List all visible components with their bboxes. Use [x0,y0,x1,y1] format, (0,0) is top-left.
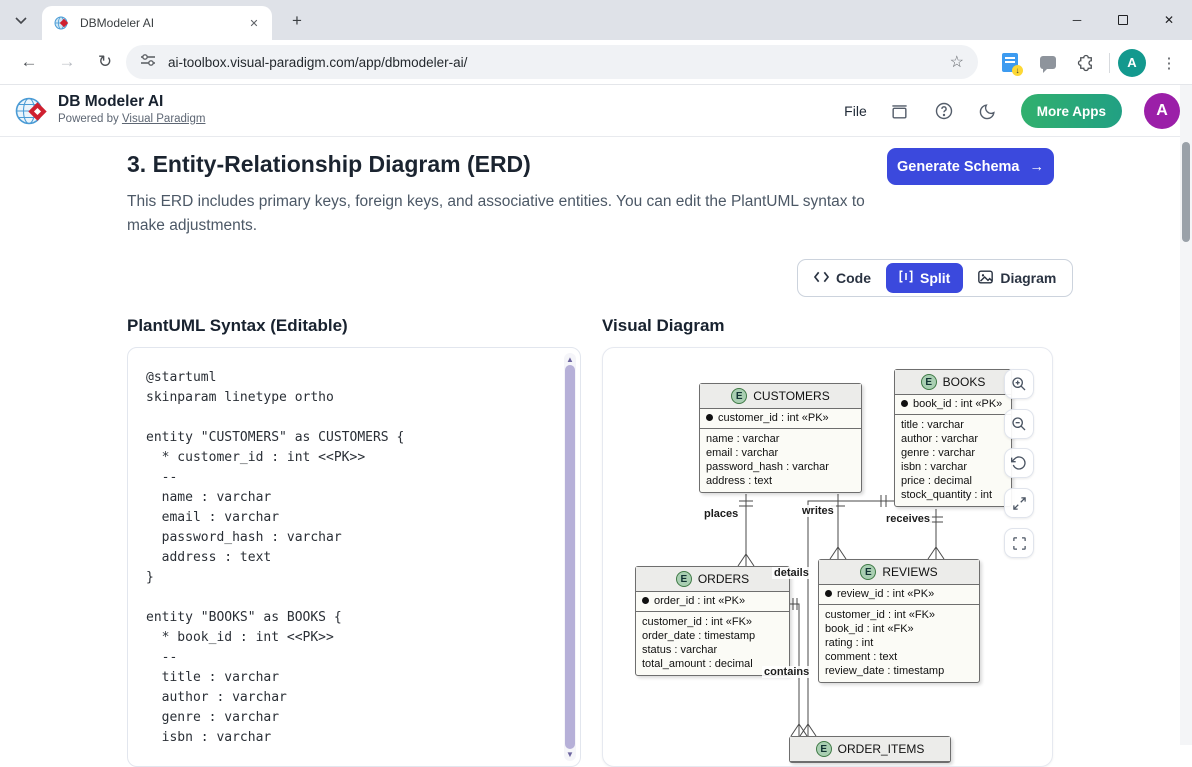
fullscreen-icon[interactable] [1004,528,1034,558]
editor-scrollbar[interactable]: ▲ ▼ [564,353,576,761]
entity-fields: title : varcharauthor : varchargenre : v… [895,415,1011,506]
diagram-image-icon [978,270,993,287]
relationship-label-contains: contains [762,666,811,678]
entity-primary-key: customer_id : int «PK» [700,409,861,429]
more-apps-button[interactable]: More Apps [1021,94,1122,128]
user-avatar[interactable]: A [1144,93,1180,129]
entity-primary-key: order_id : int «PK» [636,592,789,612]
entity-header: E CUSTOMERS [700,384,861,409]
comment-icon[interactable] [1033,48,1063,78]
app-logo [14,93,50,129]
site-info-icon[interactable] [140,52,156,73]
profile-avatar[interactable]: A [1118,49,1146,77]
entity-books[interactable]: E BOOKS book_id : int «PK»title : varchara… [894,369,1012,507]
bookmark-star-icon[interactable]: ☆ [950,52,964,72]
tab-code[interactable]: Code [801,263,884,293]
entity-reviews[interactable]: E REVIEWS review_id : int «PK»customer_id … [818,559,980,683]
generate-schema-button[interactable]: Generate Schema → [887,148,1054,185]
plantuml-editor-panel: @startumlskinparam linetype ortho entity… [127,347,581,767]
browser-tab[interactable]: DBModeler AI ✕ [42,6,272,40]
entity-name: REVIEWS [882,565,937,579]
plantuml-code-editor[interactable]: @startumlskinparam linetype ortho entity… [128,348,560,766]
entity-primary-key: review_id : int «PK» [819,585,979,605]
file-menu[interactable]: File [844,103,867,119]
relationship-label-writes: writes [800,505,836,517]
entity-fields: customer_id : int «FK»book_id : int «FK»… [819,605,979,682]
address-bar[interactable]: ai-toolbox.visual-paradigm.com/app/dbmod… [126,45,978,79]
relationship-label-places: places [702,508,740,520]
app-header: DB Modeler AI Powered by Visual Paradigm… [0,85,1192,137]
entity-header: E ORDERS [636,567,789,592]
toolbar-divider [1109,53,1110,73]
reset-view-icon[interactable] [1004,448,1034,478]
visual-diagram-panel: E CUSTOMERS customer_id : int «PK»name : v… [602,347,1053,767]
new-tab-icon[interactable]: + [284,8,310,34]
relationship-label-receives: receives [884,513,932,525]
section-description: This ERD includes primary keys, foreign … [127,190,872,238]
code-icon [814,270,829,286]
menu-kebab-icon[interactable]: ⋮ [1154,48,1184,78]
relationship-label-details: details [772,567,811,579]
entity-name: ORDER_ITEMS [838,742,925,756]
powered-by: Powered by Visual Paradigm [58,113,205,125]
page-scrollbar-thumb[interactable] [1182,142,1190,242]
forward-icon[interactable]: → [52,47,82,77]
browser-tabstrip: DBModeler AI ✕ + ─ ✕ [0,0,1192,40]
split-icon [899,270,913,286]
entity-stereotype-icon: E [731,388,747,404]
arrow-right-icon: → [1030,159,1045,175]
zoom-out-icon[interactable] [1004,409,1034,439]
url-text[interactable]: ai-toolbox.visual-paradigm.com/app/dbmod… [168,55,950,70]
view-toggle: Code Split Diagram [797,259,1073,297]
entity-customers[interactable]: E CUSTOMERS customer_id : int «PK»name : v… [699,383,862,493]
entity-stereotype-icon: E [816,741,832,757]
entity-orders[interactable]: EORDERSorder_id : int «PK»customer_id : … [635,566,790,676]
favicon [54,15,70,31]
close-icon[interactable]: ✕ [246,15,262,31]
extensions-puzzle-icon[interactable] [1071,48,1101,78]
app-name: DB Modeler AI [58,93,205,111]
maximize-icon[interactable] [1100,0,1146,40]
dark-mode-moon-icon[interactable] [977,100,999,122]
reload-icon[interactable]: ↻ [90,47,120,77]
tab-diagram[interactable]: Diagram [965,263,1069,293]
entity-name: CUSTOMERS [753,389,829,403]
help-icon[interactable] [933,100,955,122]
entity-stereotype-icon: E [921,374,937,390]
entity-fields: name : varcharemail : varcharpassword_ha… [700,429,861,492]
browser-toolbar: ← → ↻ ai-toolbox.visual-paradigm.com/app… [0,40,1192,85]
fit-view-icon[interactable] [1004,488,1034,518]
entity-name: ORDERS [698,572,749,586]
back-icon[interactable]: ← [14,47,44,77]
page-title: 3. Entity-Relationship Diagram (ERD) [127,151,531,178]
entity-name: BOOKS [943,375,986,389]
docs-extension-icon[interactable]: ↓ [995,48,1025,78]
entity-header: E REVIEWS [819,560,979,585]
window-close-icon[interactable]: ✕ [1146,0,1192,40]
entity-stereotype-icon: E [676,571,692,587]
tab-search-chevron-icon[interactable] [8,8,34,34]
editor-heading: PlantUML Syntax (Editable) [127,316,348,336]
entity-stereotype-icon: E [860,564,876,580]
entity-order_items[interactable]: E ORDER_ITEMS [789,736,951,763]
diagram-heading: Visual Diagram [602,316,725,336]
entity-header: E BOOKS [895,370,1011,395]
tab-title: DBModeler AI [80,16,246,30]
zoom-in-icon[interactable] [1004,369,1034,399]
editor-scrollbar-thumb[interactable] [565,365,575,749]
visual-paradigm-link[interactable]: Visual Paradigm [122,113,206,125]
archive-icon[interactable] [889,100,911,122]
tab-split[interactable]: Split [886,263,963,293]
entity-header: E ORDER_ITEMS [790,737,950,762]
page-scrollbar[interactable] [1180,85,1192,745]
erd-canvas[interactable]: E CUSTOMERS customer_id : int «PK»name : v… [603,348,1052,766]
minimize-icon[interactable]: ─ [1054,0,1100,40]
entity-primary-key: book_id : int «PK» [895,395,1011,415]
